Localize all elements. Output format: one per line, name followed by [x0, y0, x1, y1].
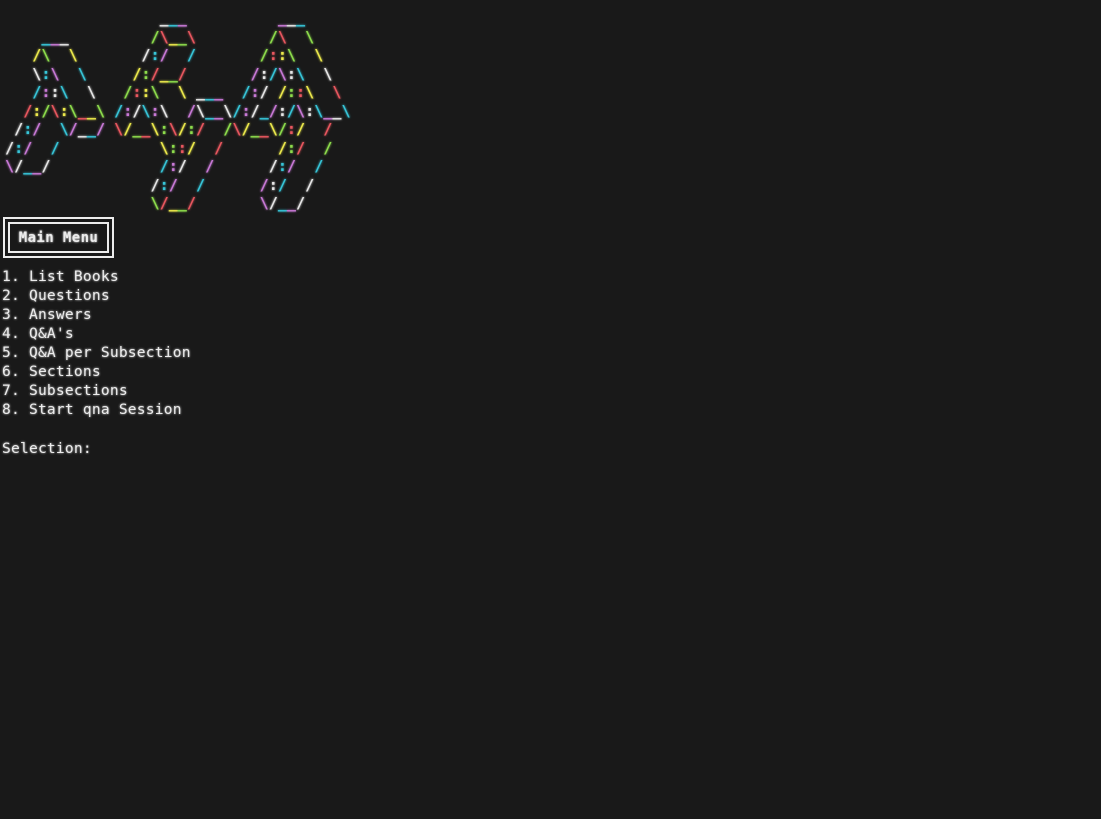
- ascii-art-line: ___ /\__\ /\ \: [41, 27, 315, 46]
- terminal-window: ___ ___ ___ /\__\ /\ \ /\ \ /:/ / /::\ \…: [0, 0, 1101, 819]
- ascii-art-line: \/__/ /:/ / /:/ /: [5, 157, 324, 175]
- main-menu-title-box: Main Menu: [3, 217, 114, 258]
- menu-item-start-qna-session[interactable]: 8. Start qna Session: [2, 400, 191, 419]
- ascii-art-logo: ___ ___ ___ /\__\ /\ \ /\ \ /:/ / /::\ \…: [5, 9, 351, 213]
- menu-item-subsections[interactable]: 7. Subsections: [2, 381, 191, 400]
- ascii-art-line: /:/\:\__\ /:/\:\ /\__\/:/_/:/\:\__\: [23, 101, 351, 120]
- ascii-art-line: /:/ / \::/ / /:/ /: [5, 138, 333, 157]
- ascii-art-line: \:\ \ /:/__/ /:/\:\ \: [32, 64, 333, 83]
- ascii-art-line: /:/ / /:/ /: [150, 175, 315, 194]
- menu-item-sections[interactable]: 6. Sections: [2, 362, 191, 381]
- selection-label: Selection:: [2, 440, 92, 457]
- ascii-art-line: /::\ \ /::\ \ ___ /:/ /::\ \: [32, 83, 342, 101]
- ascii-art-line: /\ \ /:/ / /::\ \: [32, 46, 324, 64]
- menu-item-list-books[interactable]: 1. List Books: [2, 267, 191, 286]
- menu-item-questions[interactable]: 2. Questions: [2, 286, 191, 305]
- menu-item-answers[interactable]: 3. Answers: [2, 305, 191, 324]
- selection-input[interactable]: [101, 438, 110, 453]
- menu-item-qa-per-subsection[interactable]: 5. Q&A per Subsection: [2, 343, 191, 362]
- menu-item-qas[interactable]: 4. Q&A's: [2, 324, 191, 343]
- ascii-art-line: /:/ \/__/ \/__\:\/:/ /\/__\/:/ /: [14, 120, 333, 138]
- selection-prompt[interactable]: Selection:: [2, 438, 110, 458]
- ascii-art-line: \/__/ \/__/: [150, 194, 306, 212]
- menu-list: 1. List Books 2. Questions 3. Answers 4.…: [2, 267, 191, 419]
- main-menu-title: Main Menu: [8, 222, 109, 253]
- ascii-art-line: ___ ___: [159, 9, 306, 27]
